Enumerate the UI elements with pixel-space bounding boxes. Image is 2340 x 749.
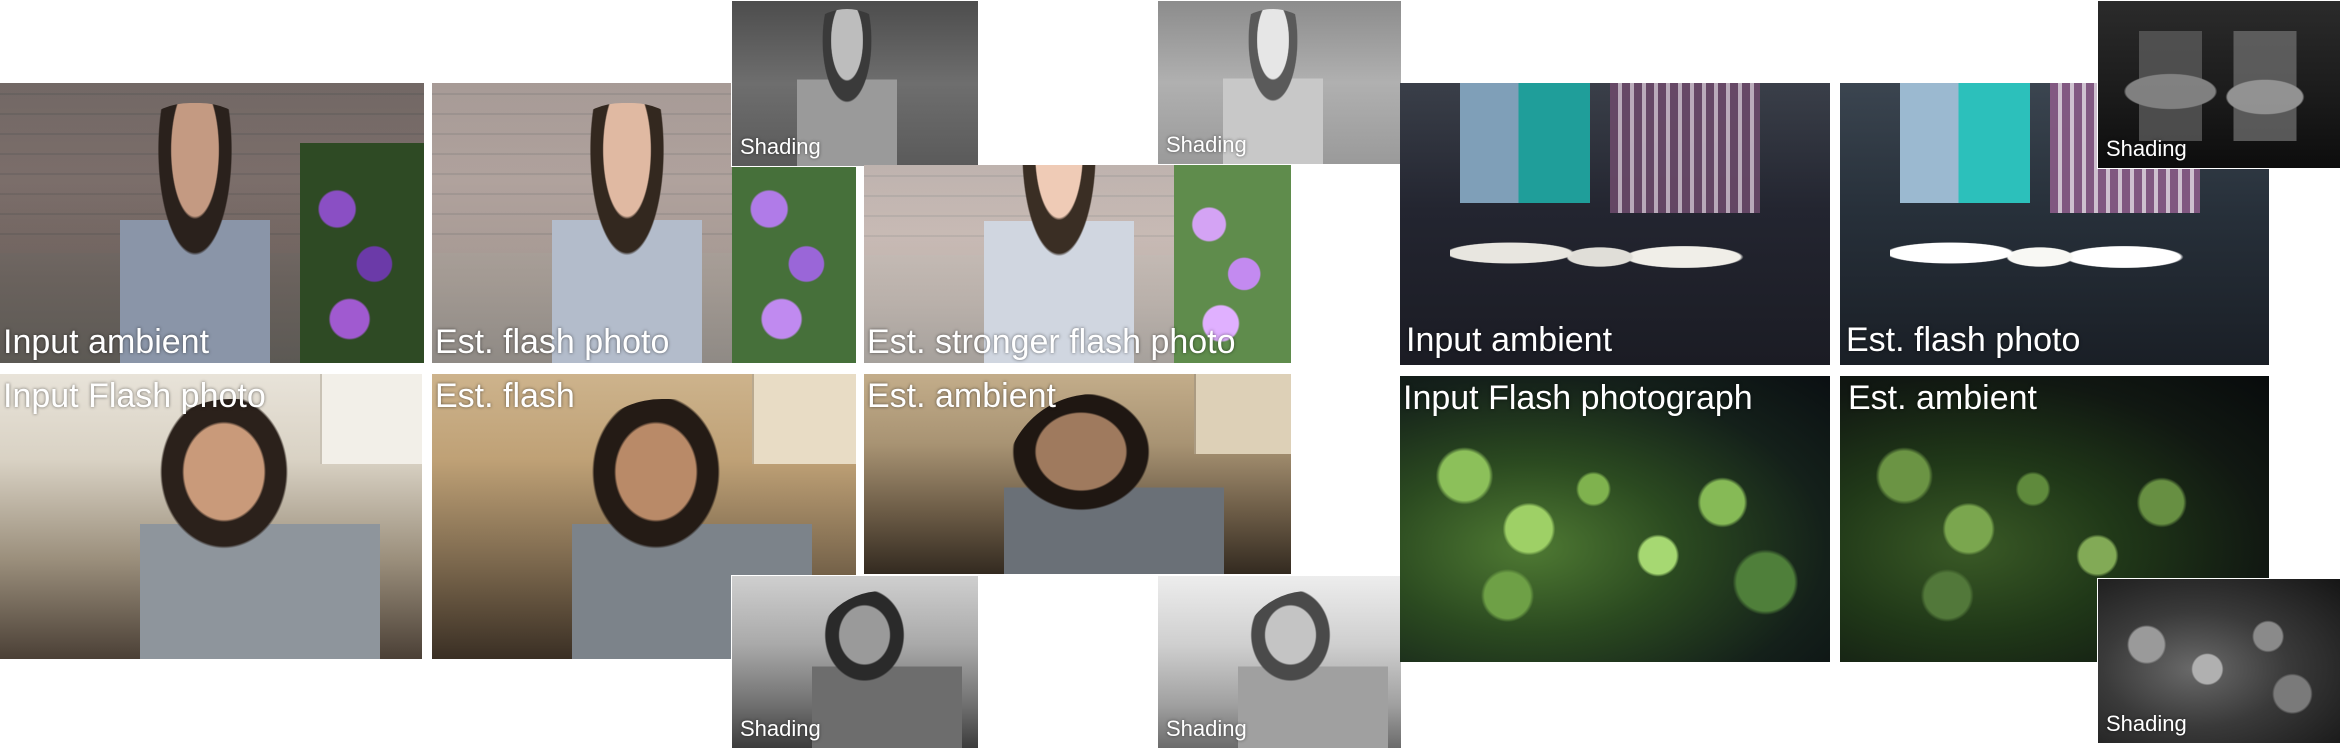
- person-man-gray: [1238, 591, 1388, 748]
- jeans-legs: [1900, 83, 2030, 203]
- shading-label-man-2: Shading: [1166, 716, 1247, 741]
- est-ambient-label-man: Est. ambient: [867, 377, 1056, 415]
- est-ambient-label-leaves: Est. ambient: [1848, 379, 2037, 417]
- input-flash-photograph-label: Input Flash photograph: [1403, 379, 1753, 417]
- woman-shading-1: Shading: [731, 0, 979, 167]
- input-ambient-label-shoes: Input ambient: [1406, 321, 1613, 359]
- flowers: [300, 143, 424, 363]
- flowers: [732, 143, 856, 363]
- shoes-shading: Shading: [2097, 0, 2340, 169]
- input-flash-photo-label: Input Flash photo: [3, 377, 266, 415]
- foliage: [1400, 396, 1830, 662]
- man-est-ambient: Est. ambient: [864, 374, 1291, 574]
- input-ambient-label: Input ambient: [3, 323, 210, 361]
- woman-est-stronger-flash-photo: Est. stronger flash photo: [864, 165, 1291, 363]
- est-flash-label: Est. flash: [435, 377, 575, 415]
- person-man: [140, 399, 380, 659]
- shading-label-woman-2: Shading: [1166, 132, 1247, 157]
- woman-input-ambient-photo: Input ambient: [0, 83, 424, 363]
- person-man: [1004, 394, 1224, 574]
- jeans-legs: [1460, 83, 1590, 203]
- sneakers-gray: [2118, 31, 2328, 141]
- man-shading-2: Shading: [1157, 575, 1402, 749]
- sneakers: [1450, 213, 1750, 293]
- sneakers: [1890, 213, 2190, 293]
- est-flash-photo-label-shoes: Est. flash photo: [1846, 321, 2081, 359]
- leaves-input-flash-photograph: Input Flash photograph: [1400, 376, 1830, 662]
- shoes-input-ambient-photo: Input ambient: [1400, 83, 1830, 365]
- person-man-gray: [812, 591, 962, 748]
- shading-label-woman-1: Shading: [740, 134, 821, 159]
- shading-label-man-1: Shading: [740, 716, 821, 741]
- leaves-shading: Shading: [2097, 578, 2340, 744]
- woman-shading-2: Shading: [1157, 0, 1402, 165]
- man-input-flash-photo: Input Flash photo: [0, 374, 422, 659]
- shading-label-leaves: Shading: [2106, 711, 2187, 736]
- man-shading-1: Shading: [731, 575, 979, 749]
- est-flash-photo-label: Est. flash photo: [435, 323, 670, 361]
- est-stronger-flash-photo-label: Est. stronger flash photo: [867, 323, 1236, 361]
- shading-label-shoes: Shading: [2106, 136, 2187, 161]
- plaid-trousers: [1610, 83, 1760, 213]
